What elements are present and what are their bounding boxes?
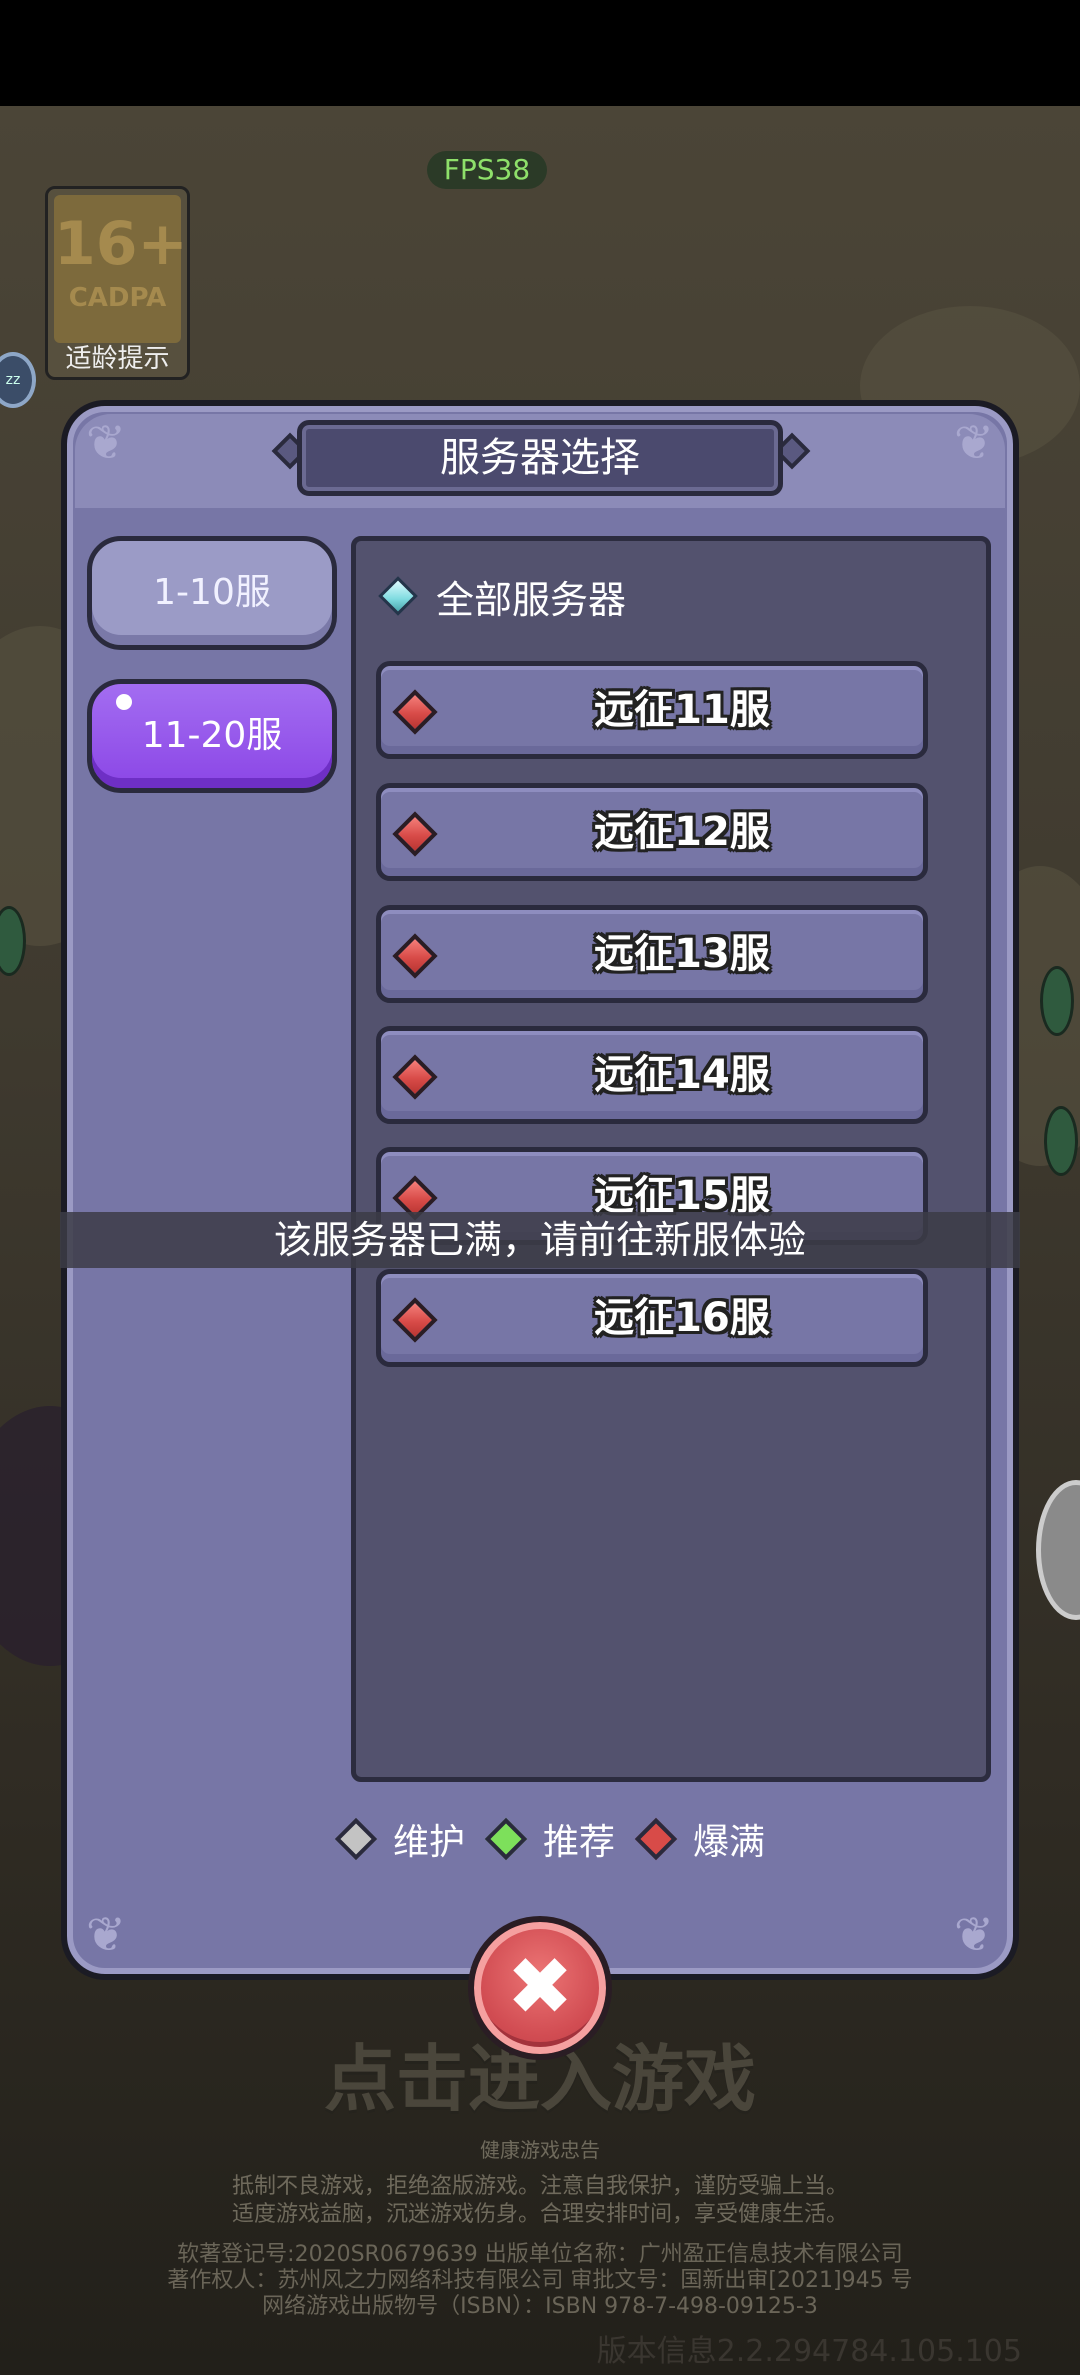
status-full-gem-icon <box>392 1054 438 1100</box>
server-name: 远征11服 <box>594 687 770 733</box>
tab-label: 11-20服 <box>141 715 283 756</box>
status-full-gem-icon <box>392 689 438 735</box>
tab-servers-11-20[interactable]: 11-20服 <box>87 679 337 793</box>
cyan-gem-icon <box>378 576 418 616</box>
legend-label: 维护 <box>393 1822 466 1863</box>
tab-servers-1-10[interactable]: 1-10服 <box>87 536 337 650</box>
corner-ornament-icon: ❦ <box>953 1907 995 1963</box>
status-bar <box>0 0 1080 106</box>
age-rating-badge[interactable]: 16+ CADPA 适龄提示 <box>45 186 190 380</box>
all-servers-header: 全部服务器 <box>374 571 627 622</box>
fps-counter: FPS38 <box>427 151 547 189</box>
server-name: 远征13服 <box>594 931 770 977</box>
corner-ornament-icon: ❦ <box>85 1907 127 1963</box>
server-full-toast: 该服务器已满，请前往新服体验 <box>60 1212 1020 1268</box>
legend-recommended: 推荐 <box>484 1813 616 1865</box>
close-button[interactable]: ✖ <box>468 1916 612 2060</box>
server-row[interactable]: 远征11服 <box>376 661 928 759</box>
server-row[interactable]: 远征16服 <box>376 1269 928 1367</box>
server-select-dialog: ❦ ❦ ❦ ❦ 服务器选择 1-10服 11-20服 全部服务器 远征11服 远… <box>61 400 1019 1980</box>
tab-label: 1-10服 <box>153 572 271 613</box>
server-name: 远征12服 <box>594 809 770 855</box>
server-row[interactable]: 远征12服 <box>376 783 928 881</box>
age-rating-org: CADPA <box>68 283 167 313</box>
legend-label: 推荐 <box>543 1822 616 1863</box>
status-full-gem-icon <box>392 811 438 857</box>
server-row[interactable]: 远征13服 <box>376 905 928 1003</box>
age-rating-logo: 16+ CADPA <box>54 195 188 343</box>
server-row[interactable]: 远征14服 <box>376 1026 928 1124</box>
server-name: 远征14服 <box>594 1052 770 1098</box>
status-legend: 维护 推荐 爆满 <box>334 1813 791 1865</box>
age-rating-caption: 适龄提示 <box>65 344 170 374</box>
tab-highlight-dot <box>116 694 132 710</box>
corner-ornament-icon: ❦ <box>953 415 995 471</box>
all-servers-label: 全部服务器 <box>436 577 627 622</box>
green-gem-icon <box>484 1817 528 1861</box>
status-full-gem-icon <box>392 933 438 979</box>
red-gem-icon <box>634 1817 678 1861</box>
version-info: 版本信息2.2.294784.105.105 <box>596 2334 1022 2369</box>
age-rating-number: 16+ <box>54 209 188 279</box>
status-full-gem-icon <box>392 1297 438 1343</box>
legend-maintenance: 维护 <box>334 1813 466 1865</box>
legend-label: 爆满 <box>693 1822 766 1863</box>
health-advice-title: 健康游戏忠告 <box>480 2138 600 2162</box>
dialog-title: 服务器选择 <box>297 420 783 496</box>
copyright-line: 网络游戏出版物号（ISBN）：ISBN 978-7-498-09125-3 <box>262 2294 818 2319</box>
server-list-panel: 全部服务器 远征11服 远征12服 远征13服 远征14服 远征15服 远征16… <box>351 536 991 1782</box>
server-name: 远征16服 <box>594 1295 770 1341</box>
grey-gem-icon <box>334 1817 378 1861</box>
health-advice-line: 适度游戏益脑，沉迷游戏伤身。合理安排时间，享受健康生活。 <box>231 2202 848 2227</box>
legend-full: 爆满 <box>634 1813 766 1865</box>
close-icon: ✖ <box>506 1940 574 2033</box>
corner-ornament-icon: ❦ <box>85 415 127 471</box>
